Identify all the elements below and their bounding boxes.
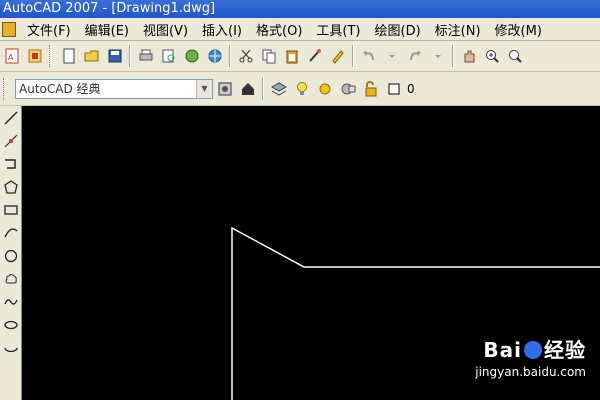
ellipse-arc-tool-icon[interactable] — [2, 338, 20, 358]
dwf-publish-icon[interactable] — [24, 46, 45, 67]
pdf-icon[interactable]: A — [1, 46, 22, 67]
toolbar-separator — [129, 45, 131, 67]
autocad-app-icon[interactable] — [2, 21, 16, 37]
toolbar-separator — [229, 45, 231, 67]
layer-thaw-sun-icon[interactable] — [314, 78, 335, 99]
spline-tool-icon[interactable] — [2, 292, 20, 312]
publish-icon[interactable] — [181, 46, 202, 67]
plot-preview-icon[interactable] — [158, 46, 179, 67]
layer-properties-icon[interactable] — [268, 78, 289, 99]
polygon-tool-icon[interactable] — [2, 177, 20, 197]
menu-draw[interactable]: 绘图(D) — [368, 20, 428, 39]
current-layer-name[interactable]: 0 — [407, 82, 415, 96]
workspace-settings-icon[interactable] — [214, 78, 235, 99]
layer-color-swatch-icon[interactable] — [383, 78, 404, 99]
my-workspace-icon[interactable] — [237, 78, 258, 99]
chevron-down-icon[interactable]: ▼ — [196, 79, 212, 98]
redo-dropdown-icon[interactable] — [427, 46, 448, 67]
watermark-brand: Bai 经验 — [475, 334, 586, 363]
watermark-brand-suffix: 经验 — [544, 338, 586, 362]
pan-realtime-icon[interactable] — [458, 46, 479, 67]
match-properties-icon[interactable] — [304, 46, 325, 67]
save-icon[interactable] — [104, 46, 125, 67]
workspace-selected: AutoCAD 经典 — [19, 82, 101, 96]
arc-tool-icon[interactable] — [2, 223, 20, 243]
revision-cloud-tool-icon[interactable] — [2, 269, 20, 289]
undo-icon[interactable] — [358, 46, 379, 67]
layer-unlock-icon[interactable] — [360, 78, 381, 99]
zoom-realtime-icon[interactable] — [481, 46, 502, 67]
draw-toolbar — [0, 106, 22, 400]
undo-dropdown-icon[interactable] — [381, 46, 402, 67]
ellipse-tool-icon[interactable] — [2, 315, 20, 335]
menu-dimension[interactable]: 标注(N) — [428, 20, 488, 39]
open-file-icon[interactable] — [81, 46, 102, 67]
menu-insert[interactable]: 插入(I) — [195, 20, 249, 39]
toolbar-grip[interactable] — [49, 45, 54, 67]
web-icon[interactable] — [204, 46, 225, 67]
menu-view[interactable]: 视图(V) — [136, 20, 195, 39]
workspace-dropdown[interactable]: AutoCAD 经典 ▼ — [15, 78, 213, 99]
menu-bar: 文件(F) 编辑(E) 视图(V) 插入(I) 格式(O) 工具(T) 绘图(D… — [0, 18, 600, 41]
standard-toolbar: A — [0, 41, 600, 72]
toolbar-separator — [452, 45, 454, 67]
toolbar-separator — [262, 77, 264, 100]
baidu-jingyan-watermark: Bai 经验 jingyan.baidu.com — [475, 334, 586, 379]
block-editor-icon[interactable] — [327, 46, 348, 67]
copy-icon[interactable] — [258, 46, 279, 67]
rectangle-tool-icon[interactable] — [2, 200, 20, 220]
baidu-paw-icon — [524, 341, 542, 359]
print-icon[interactable] — [135, 46, 156, 67]
redo-icon[interactable] — [404, 46, 425, 67]
svg-text:A: A — [8, 53, 14, 62]
construction-line-tool-icon[interactable] — [2, 131, 20, 151]
toolbar-separator — [352, 45, 354, 67]
polyline-tool-icon[interactable] — [2, 154, 20, 174]
cut-icon[interactable] — [235, 46, 256, 67]
watermark-brand-prefix: Bai — [483, 338, 522, 362]
layer-on-lightbulb-icon[interactable] — [291, 78, 312, 99]
window-titlebar: AutoCAD 2007 - [Drawing1.dwg] — [0, 0, 600, 18]
menu-edit[interactable]: 编辑(E) — [78, 20, 136, 39]
toolbar-grip[interactable] — [3, 77, 8, 100]
layer-viewport-icon[interactable] — [337, 78, 358, 99]
new-file-icon[interactable] — [58, 46, 79, 67]
menu-format[interactable]: 格式(O) — [249, 20, 309, 39]
window-title: AutoCAD 2007 - [Drawing1.dwg] — [3, 1, 216, 16]
menu-tools[interactable]: 工具(T) — [309, 20, 367, 39]
zoom-window-icon[interactable] — [504, 46, 525, 67]
paste-icon[interactable] — [281, 46, 302, 67]
watermark-site: jingyan.baidu.com — [475, 365, 586, 379]
line-tool-icon[interactable] — [2, 108, 20, 128]
circle-tool-icon[interactable] — [2, 246, 20, 266]
workspaces-layers-toolbar: AutoCAD 经典 ▼ 0 — [0, 72, 600, 106]
menu-file[interactable]: 文件(F) — [20, 20, 78, 39]
menu-modify[interactable]: 修改(M) — [488, 20, 549, 39]
